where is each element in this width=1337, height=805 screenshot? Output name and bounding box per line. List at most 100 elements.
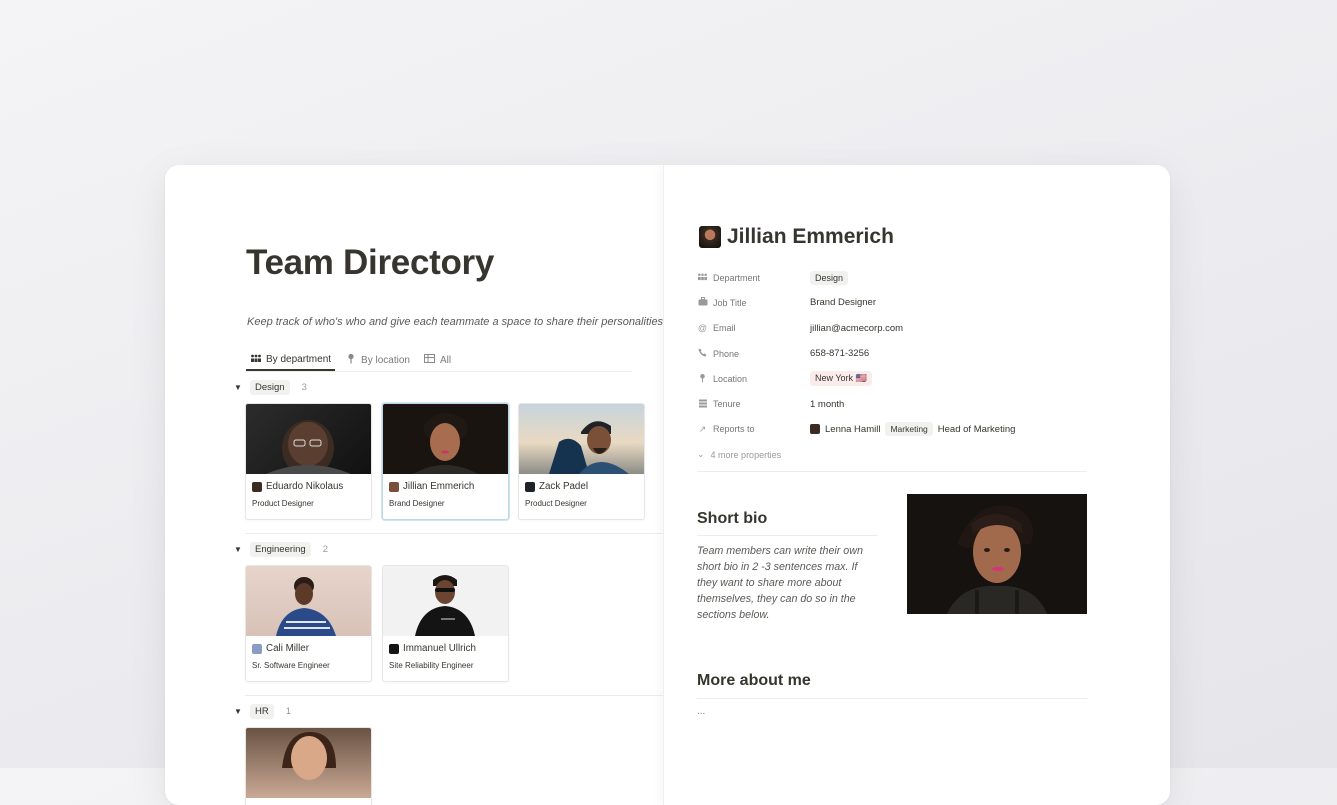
property-reports-to: ↗ Reports to Lenna Hamill Marketing Head … [697, 417, 1087, 442]
property-label: Department [713, 272, 761, 283]
more-properties-toggle[interactable]: ⌄ 4 more properties [697, 449, 781, 460]
person-card[interactable]: Eduardo Nikolaus Product Designer [245, 403, 372, 520]
person-role: Product Designer [252, 499, 314, 508]
profile-photo [907, 494, 1087, 614]
avatar [389, 481, 399, 492]
avatar [389, 643, 399, 654]
person-card[interactable] [245, 727, 372, 805]
person-role: Sr. Software Engineer [252, 661, 330, 670]
property-location: Location New York 🇺🇸 [697, 366, 1087, 391]
group-header-engineering: ▼ Engineering 2 [234, 542, 328, 557]
tab-label: By location [361, 354, 410, 366]
email-value[interactable]: jillian@acmecorp.com [810, 323, 903, 334]
person-name: Zack Padel [539, 481, 589, 492]
directory-pane: Team Directory Keep track of who's who a… [165, 165, 667, 805]
divider [697, 471, 1087, 472]
person-name: Immanuel Ullrich [403, 643, 476, 654]
group-count: 3 [301, 382, 307, 393]
more-about-heading: More about me [697, 672, 811, 689]
short-bio-heading: Short bio [697, 510, 768, 527]
more-about-text[interactable]: ... [697, 706, 705, 717]
person-photo [246, 728, 371, 798]
property-label: Reports to [713, 424, 755, 435]
property-tenure: Tenure 1 month [697, 391, 1087, 416]
reports-to-title: Head of Marketing [937, 423, 1016, 435]
group-tag[interactable]: Engineering [250, 542, 311, 557]
pin-icon [345, 353, 357, 367]
group-divider [245, 533, 663, 534]
avatar [252, 643, 262, 654]
caret-down-icon[interactable]: ▼ [234, 545, 248, 554]
person-card[interactable]: Cali Miller Sr. Software Engineer [245, 565, 372, 682]
property-department: Department Design [697, 265, 1087, 290]
profile-name: Jillian Emmerich [727, 225, 894, 248]
person-card[interactable]: Immanuel Ullrich Site Reliability Engine… [382, 565, 509, 682]
stack-icon [697, 399, 708, 410]
caret-down-icon[interactable]: ▼ [234, 383, 248, 392]
at-icon: @ [697, 323, 708, 334]
page-description: Keep track of who's who and give each te… [247, 316, 667, 328]
pin-icon [697, 373, 708, 385]
group-count: 2 [322, 544, 329, 555]
group-header-design: ▼ Design 3 [234, 380, 307, 395]
group-header-hr: ▼ HR 1 [234, 704, 291, 719]
people-icon [250, 353, 262, 366]
reports-to-person[interactable]: Lenna Hamill [825, 424, 880, 435]
tab-by-department[interactable]: By department [246, 350, 336, 371]
people-icon [697, 272, 708, 283]
job-title-value[interactable]: Brand Designer [810, 297, 876, 308]
avatar [699, 226, 721, 248]
caret-down-icon[interactable]: ▼ [234, 707, 248, 716]
person-name: Eduardo Nikolaus [266, 481, 344, 492]
person-card[interactable]: Zack Padel Product Designer [518, 403, 645, 520]
short-bio-text[interactable]: Team members can write their own short b… [697, 543, 872, 623]
person-role: Site Reliability Engineer [389, 661, 474, 670]
divider [697, 698, 1087, 699]
property-label: Job Title [713, 297, 747, 308]
tab-label: All [439, 354, 452, 366]
property-job-title: Job Title Brand Designer [697, 290, 1087, 315]
group-tag[interactable]: HR [250, 704, 274, 719]
person-photo [246, 404, 371, 474]
tab-all[interactable]: All [420, 350, 455, 370]
arrow-up-right-icon: ↗ [698, 423, 707, 434]
property-label: Phone [713, 348, 740, 359]
person-photo [519, 404, 644, 474]
divider [697, 535, 877, 536]
property-label: Location [713, 373, 748, 384]
person-photo [383, 566, 508, 636]
profile-panel: Jillian Emmerich Department Design Job T… [663, 165, 1170, 805]
view-tabs: By department By location All [246, 350, 632, 372]
chevron-down-icon: ⌄ [697, 449, 705, 460]
person-role: Brand Designer [389, 499, 445, 508]
property-label: Email [713, 323, 736, 334]
property-label: Tenure [713, 399, 741, 410]
department-tag[interactable]: Design [810, 270, 849, 285]
avatar [252, 481, 262, 492]
group-tag[interactable]: Design [250, 380, 290, 395]
group-count: 1 [285, 706, 292, 717]
person-name: Jillian Emmerich [403, 481, 475, 492]
person-photo [383, 404, 508, 474]
property-phone: Phone 658-871-3256 [697, 341, 1087, 366]
briefcase-icon [697, 297, 708, 308]
location-tag[interactable]: New York 🇺🇸 [810, 371, 872, 387]
tab-label: By department [266, 354, 332, 365]
reports-to-dept-tag[interactable]: Marketing [885, 422, 933, 437]
tab-by-location[interactable]: By location [341, 350, 414, 370]
tenure-value: 1 month [810, 398, 845, 410]
page-title: Team Directory [246, 243, 495, 282]
avatar [525, 481, 535, 492]
person-role: Product Designer [525, 499, 587, 508]
table-icon [424, 354, 436, 366]
more-properties-label: 4 more properties [710, 449, 782, 460]
group-divider [245, 695, 663, 696]
person-name: Cali Miller [266, 643, 310, 654]
person-photo [246, 566, 371, 636]
phone-value[interactable]: 658-871-3256 [810, 348, 869, 359]
person-card-selected[interactable]: Jillian Emmerich Brand Designer [382, 403, 509, 520]
phone-icon [697, 348, 708, 359]
property-list: Department Design Job Title Brand Design… [697, 265, 1087, 467]
app-window: Team Directory Keep track of who's who a… [165, 165, 1170, 805]
property-email: @ Email jillian@acmecorp.com [697, 316, 1087, 341]
